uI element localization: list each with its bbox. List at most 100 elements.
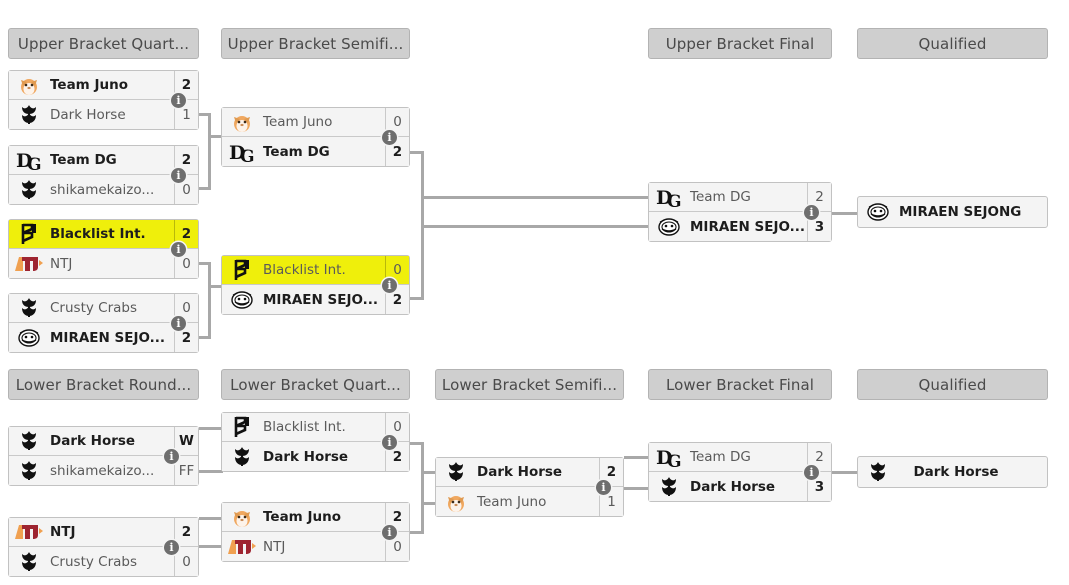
qualified-slot-lower[interactable]: Dark Horse bbox=[857, 456, 1048, 488]
match-lbsf1[interactable]: Dark Horse 2 i Team Juno 1 bbox=[435, 457, 624, 517]
match-info-icon[interactable]: i bbox=[382, 278, 397, 293]
match-info-icon[interactable]: i bbox=[171, 316, 186, 331]
qualified-slot-upper[interactable]: MIRAEN SEJONG bbox=[857, 196, 1048, 228]
connector-line bbox=[199, 336, 211, 339]
team-name: Dark Horse bbox=[263, 448, 349, 465]
team-row[interactable]: shikamekaizo... 0 bbox=[9, 175, 198, 204]
match-ubsf2[interactable]: Blacklist Int. 0 i MIRAEN SEJO... 2 bbox=[221, 255, 410, 315]
team-logo-dark-horse-icon bbox=[14, 102, 44, 128]
match-info-icon[interactable]: i bbox=[382, 130, 397, 145]
round-header-lower-qualified: Qualified bbox=[857, 369, 1048, 400]
match-ubqf1[interactable]: Team Juno 2 i Dark Horse 1 bbox=[8, 70, 199, 130]
connector-line bbox=[199, 517, 223, 520]
connector-line bbox=[199, 545, 223, 548]
team-row[interactable]: MIRAEN SEJO... 2 bbox=[222, 285, 409, 314]
team-name: Blacklist Int. bbox=[263, 262, 346, 278]
connector-line bbox=[832, 212, 858, 215]
team-logo-miraen-icon bbox=[654, 214, 684, 240]
team-row[interactable]: Dark Horse 2 bbox=[222, 442, 409, 471]
team-name: NTJ bbox=[50, 255, 73, 272]
team-name: NTJ bbox=[263, 538, 286, 555]
connector-line bbox=[832, 471, 858, 474]
team-name: Crusty Crabs bbox=[50, 300, 137, 316]
team-logo-dark-horse-icon bbox=[441, 459, 471, 485]
team-row[interactable]: NTJ 0 bbox=[222, 532, 409, 561]
round-header-lower-bracket-final: Lower Bracket Final bbox=[648, 369, 832, 400]
round-header-lower-bracket-quarterfinal: Lower Bracket Quart... bbox=[221, 369, 410, 400]
match-info-icon[interactable]: i bbox=[171, 168, 186, 183]
connector-line bbox=[421, 471, 436, 474]
team-name: MIRAEN SEJO... bbox=[263, 291, 379, 308]
team-name: Dark Horse bbox=[913, 464, 999, 480]
connector-line bbox=[624, 487, 649, 490]
team-logo-miraen-icon bbox=[863, 199, 893, 225]
team-logo-ntj-icon bbox=[14, 251, 44, 277]
team-row[interactable]: Team Juno 2 bbox=[222, 503, 409, 532]
team-row[interactable]: Dark Horse 2 bbox=[436, 458, 623, 487]
match-info-icon[interactable]: i bbox=[382, 525, 397, 540]
team-name: MIRAEN SEJO... bbox=[690, 218, 806, 235]
match-info-icon[interactable]: i bbox=[804, 465, 819, 480]
team-logo-ntj-icon bbox=[14, 519, 44, 545]
team-row[interactable]: DG Team DG 2 bbox=[649, 443, 831, 472]
svg-text:G: G bbox=[667, 192, 682, 209]
round-header-upper-bracket-final: Upper Bracket Final bbox=[648, 28, 832, 59]
bracket-canvas: Upper Bracket Quart... Upper Bracket Sem… bbox=[0, 0, 1069, 585]
match-lbqf2[interactable]: Team Juno 2 i NTJ 0 bbox=[221, 502, 410, 562]
match-lbr1b[interactable]: NTJ 2 i Crusty Crabs 0 bbox=[8, 517, 199, 577]
round-header-lower-bracket-semifinal: Lower Bracket Semifi... bbox=[435, 369, 624, 400]
team-logo-dg-icon: DG bbox=[14, 147, 44, 173]
match-info-icon[interactable]: i bbox=[171, 93, 186, 108]
team-logo-miraen-icon bbox=[227, 287, 257, 313]
team-logo-dark-horse-icon bbox=[863, 459, 893, 485]
match-info-icon[interactable]: i bbox=[164, 449, 179, 464]
team-row[interactable]: MIRAEN SEJO... 3 bbox=[649, 212, 831, 241]
match-info-icon[interactable]: i bbox=[382, 435, 397, 450]
round-header-lower-bracket-round1: Lower Bracket Round... bbox=[8, 369, 199, 400]
connector-line bbox=[199, 427, 223, 430]
connector-line bbox=[410, 297, 424, 300]
team-row[interactable]: MIRAEN SEJO... 2 bbox=[9, 323, 198, 352]
match-ubf1[interactable]: DG Team DG 2 i MIRAEN SEJO... 3 bbox=[648, 182, 832, 242]
team-logo-miraen-icon bbox=[14, 325, 44, 351]
connector-line bbox=[208, 113, 211, 187]
team-row[interactable]: Crusty Crabs 0 bbox=[9, 294, 198, 323]
match-lbqf1[interactable]: Blacklist Int. 0 i Dark Horse 2 bbox=[221, 412, 410, 472]
team-row[interactable]: Blacklist Int. 0 bbox=[222, 413, 409, 442]
match-info-icon[interactable]: i bbox=[804, 205, 819, 220]
team-name: Dark Horse bbox=[690, 478, 776, 495]
team-name: Team Juno bbox=[263, 114, 333, 130]
match-ubqf3[interactable]: Blacklist Int. 2 i NTJ 0 bbox=[8, 219, 199, 279]
team-logo-ntj-icon bbox=[227, 534, 257, 560]
connector-line bbox=[208, 285, 222, 288]
match-info-icon[interactable]: i bbox=[596, 480, 611, 495]
connector-line bbox=[421, 225, 649, 228]
match-lbf1[interactable]: DG Team DG 2 i Dark Horse 3 bbox=[648, 442, 832, 502]
team-row[interactable]: Team Juno 2 bbox=[9, 71, 198, 100]
team-row[interactable]: NTJ 0 bbox=[9, 249, 198, 278]
match-info-icon[interactable]: i bbox=[164, 540, 179, 555]
connector-line bbox=[421, 502, 436, 505]
match-ubsf1[interactable]: Team Juno 0 i DG Team DG 2 bbox=[221, 107, 410, 167]
team-row[interactable]: Team Juno 1 bbox=[436, 487, 623, 516]
match-info-icon[interactable]: i bbox=[171, 242, 186, 257]
match-lbr1a[interactable]: Dark Horse W i shikamekaizo... FF bbox=[8, 426, 199, 486]
team-logo-dark-horse-icon bbox=[14, 458, 44, 484]
match-ubqf2[interactable]: DG Team DG 2 i shikamekaizo... 0 bbox=[8, 145, 199, 205]
team-logo-dark-horse-icon bbox=[227, 444, 257, 470]
round-header-upper-bracket-semifinal: Upper Bracket Semifi... bbox=[221, 28, 410, 59]
connector-line bbox=[421, 442, 424, 533]
team-row[interactable]: Dark Horse 1 bbox=[9, 100, 198, 129]
team-row[interactable]: DG Team DG 2 bbox=[9, 146, 198, 175]
team-name: Team Juno bbox=[50, 77, 128, 93]
team-row[interactable]: DG Team DG 2 bbox=[649, 183, 831, 212]
team-row[interactable]: DG Team DG 2 bbox=[222, 137, 409, 166]
match-ubqf4[interactable]: Crusty Crabs 0 i MIRAEN SEJO... 2 bbox=[8, 293, 199, 353]
team-name: MIRAEN SEJO... bbox=[50, 329, 166, 346]
team-name: Team DG bbox=[690, 449, 751, 465]
team-row[interactable]: Blacklist Int. 2 bbox=[9, 220, 198, 249]
team-row[interactable]: Blacklist Int. 0 bbox=[222, 256, 409, 285]
team-row[interactable]: Dark Horse 3 bbox=[649, 472, 831, 501]
team-logo-juno-icon bbox=[14, 72, 44, 98]
team-row[interactable]: Team Juno 0 bbox=[222, 108, 409, 137]
